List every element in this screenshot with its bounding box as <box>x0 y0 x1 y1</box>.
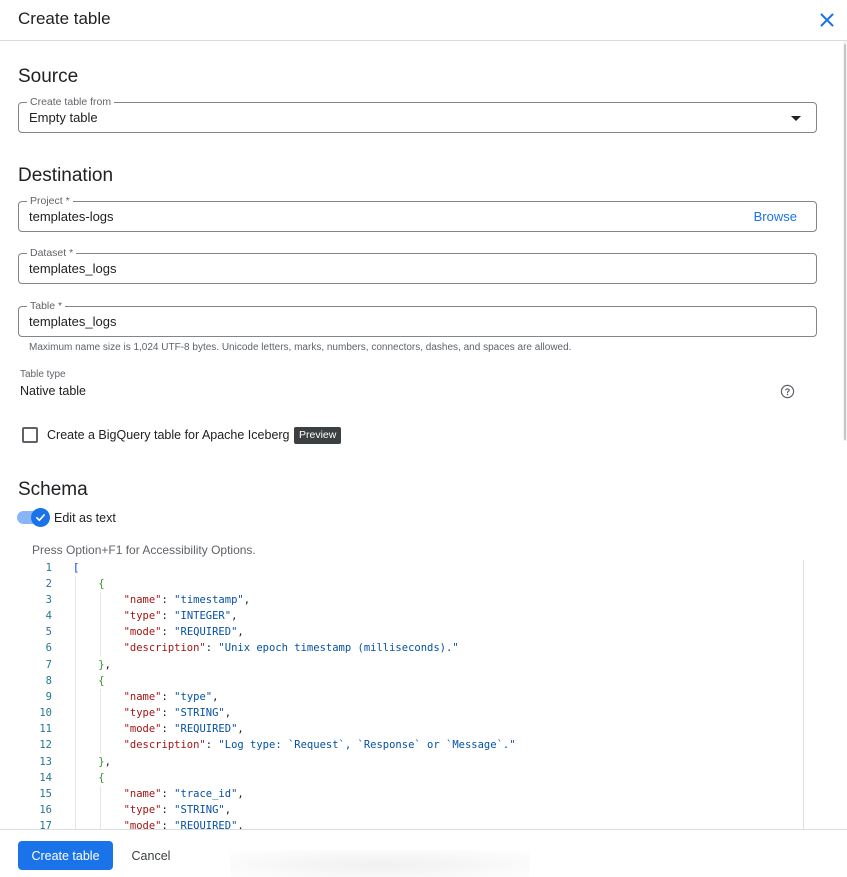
iceberg-label: Create a BigQuery table for Apache Icebe… <box>47 428 290 442</box>
project-value: templates-logs <box>29 209 114 224</box>
table-value: templates_logs <box>29 314 117 329</box>
code-line: { <box>98 578 105 590</box>
line-number: 2 <box>45 578 52 590</box>
scrollbar-thumb[interactable] <box>844 44 846 440</box>
code-line: "name": "trace_id", <box>123 788 244 800</box>
code-line: { <box>98 772 105 784</box>
code-line: "description": "Log type: `Request`, `Re… <box>123 739 516 751</box>
table-name-helper-text: Maximum name size is 1,024 UTF-8 bytes. … <box>29 342 572 353</box>
accessibility-hint: Press Option+F1 for Accessibility Option… <box>32 543 256 557</box>
table-type-value: Native table <box>20 384 87 398</box>
schema-code-editor[interactable]: 1 2 3 4 5 6 7 8 9 10 11 12 13 14 15 16 17 [ { "name": "t… <box>18 560 818 829</box>
help-icon[interactable] <box>780 384 795 399</box>
dataset-value: templates_logs <box>29 261 117 276</box>
schema-heading: Schema <box>18 479 88 500</box>
code-line: { <box>98 675 105 687</box>
table-type-label: Table type <box>20 369 66 380</box>
line-number: 8 <box>45 675 52 687</box>
line-number: 14 <box>39 772 52 784</box>
code-line: }, <box>98 659 111 671</box>
line-number: 11 <box>39 723 52 735</box>
line-number: 4 <box>45 610 52 622</box>
line-number: 15 <box>39 788 52 800</box>
project-label: Project * <box>27 194 73 208</box>
footer-shadow <box>230 850 530 877</box>
preview-badge: Preview <box>294 427 342 444</box>
line-number: 7 <box>45 659 52 671</box>
line-number: 5 <box>45 626 52 638</box>
line-number: 1 <box>45 562 52 574</box>
code-line: "type": "STRING", <box>123 707 232 719</box>
project-field[interactable]: Project * templates-logs Browse <box>18 194 817 232</box>
chevron-down-icon[interactable] <box>791 116 801 121</box>
code-line: "mode": "REQUIRED", <box>123 820 244 829</box>
code-line: "type": "STRING", <box>123 804 232 816</box>
browse-button[interactable]: Browse <box>754 209 797 224</box>
edit-as-text-label: Edit as text <box>54 511 116 525</box>
code-line: "name": "timestamp", <box>123 594 251 606</box>
dialog-footer: Create table Cancel <box>0 829 847 877</box>
dataset-field[interactable]: Dataset * templates_logs <box>18 246 817 284</box>
line-number: 16 <box>39 804 52 816</box>
line-number: 10 <box>39 707 52 719</box>
line-number: 12 <box>39 739 52 751</box>
source-heading: Source <box>18 66 79 87</box>
dataset-label: Dataset * <box>27 246 77 260</box>
code-line: [ <box>73 562 80 574</box>
edit-as-text-toggle[interactable] <box>17 508 51 527</box>
create-from-select[interactable]: Create table from Empty table <box>18 95 817 133</box>
code-line: }, <box>98 756 111 768</box>
code-line: "name": "type", <box>123 691 219 703</box>
close-icon[interactable] <box>816 9 838 31</box>
create-from-value: Empty table <box>29 110 98 125</box>
create-from-label: Create table from <box>27 95 115 109</box>
editor-ruler <box>803 560 804 829</box>
create-table-button[interactable]: Create table <box>18 841 113 870</box>
line-number: 17 <box>39 820 52 829</box>
line-number: 3 <box>45 594 52 606</box>
dialog-title: Create table <box>18 9 111 28</box>
code-line: "description": "Unix epoch timestamp (mi… <box>123 642 459 654</box>
table-label: Table * <box>27 299 66 313</box>
code-line: "type": "INTEGER", <box>123 610 238 622</box>
line-number: 13 <box>39 756 52 768</box>
code-line: "mode": "REQUIRED", <box>123 723 244 735</box>
dialog-header: Create table <box>0 0 847 41</box>
table-field[interactable]: Table * templates_logs <box>18 299 817 337</box>
code-line: "mode": "REQUIRED", <box>123 626 244 638</box>
check-icon <box>36 514 45 522</box>
line-number: 6 <box>45 642 52 654</box>
destination-heading: Destination <box>18 165 114 186</box>
cancel-button[interactable]: Cancel <box>122 841 180 870</box>
iceberg-checkbox[interactable] <box>22 427 38 443</box>
line-number: 9 <box>45 691 52 703</box>
